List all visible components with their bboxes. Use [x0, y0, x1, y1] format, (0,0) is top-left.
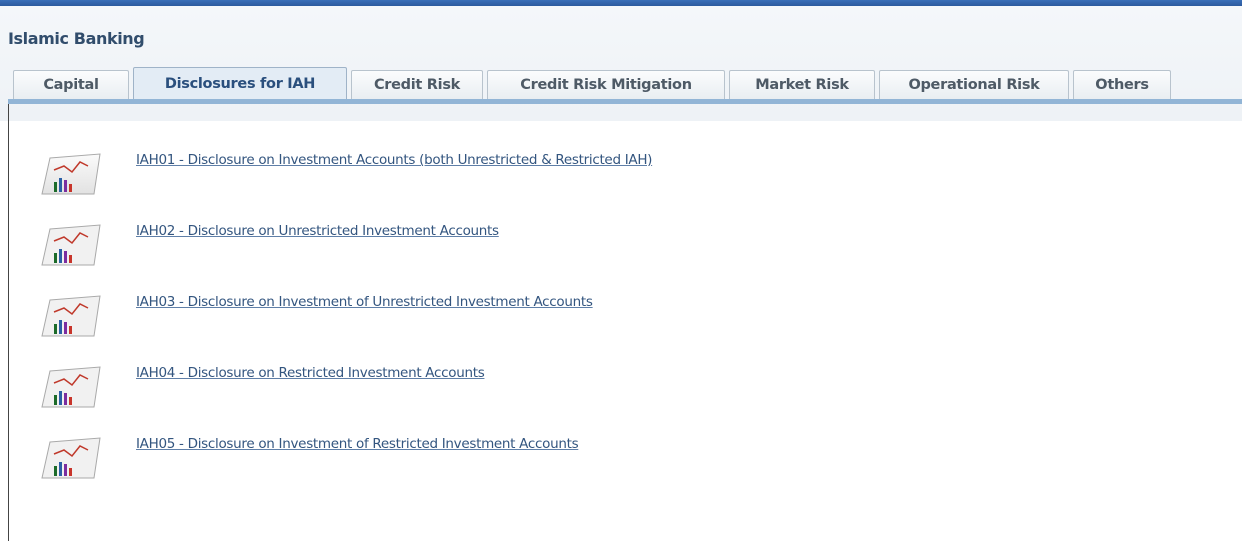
tab-market-risk[interactable]: Market Risk — [729, 70, 875, 99]
tab-label: Credit Risk — [373, 77, 461, 93]
list-item: IAH01 - Disclosure on Investment Account… — [36, 150, 936, 200]
tab-label: Operational Risk — [908, 77, 1040, 93]
list-item: IAH04 - Disclosure on Restricted Investm… — [36, 363, 936, 413]
report-link-iah01[interactable]: IAH01 - Disclosure on Investment Account… — [136, 152, 652, 168]
tab-label: Market Risk — [755, 77, 849, 93]
report-chart-icon — [41, 366, 101, 408]
page-title: Islamic Banking — [8, 29, 145, 48]
tab-label: Credit Risk Mitigation — [520, 77, 692, 93]
tab-credit-risk[interactable]: Credit Risk — [351, 70, 483, 99]
tab-others[interactable]: Others — [1073, 70, 1171, 99]
tab-credit-risk-mitigation[interactable]: Credit Risk Mitigation — [487, 70, 725, 99]
tab-bar: Capital Disclosures for IAH Credit Risk … — [13, 67, 1175, 99]
tab-label: Others — [1095, 77, 1149, 93]
tab-operational-risk[interactable]: Operational Risk — [879, 70, 1069, 99]
tab-capital[interactable]: Capital — [13, 70, 129, 99]
tab-underline-rule — [8, 99, 1242, 104]
report-link-iah03[interactable]: IAH03 - Disclosure on Investment of Unre… — [136, 294, 593, 310]
tab-label: Disclosures for IAH — [164, 75, 316, 92]
tab-disclosures-for-iah[interactable]: Disclosures for IAH — [133, 67, 347, 99]
list-item: IAH02 - Disclosure on Unrestricted Inves… — [36, 221, 936, 271]
list-item: IAH03 - Disclosure on Investment of Unre… — [36, 292, 936, 342]
report-chart-icon — [41, 295, 101, 337]
report-chart-icon — [41, 153, 101, 195]
report-chart-icon — [41, 224, 101, 266]
app-window: Islamic Banking Capital Disclosures for … — [0, 0, 1242, 541]
tab-label: Capital — [43, 77, 99, 93]
content-left-border — [8, 104, 9, 541]
list-item: IAH05 - Disclosure on Investment of Rest… — [36, 434, 936, 484]
report-link-iah04[interactable]: IAH04 - Disclosure on Restricted Investm… — [136, 365, 485, 381]
report-link-iah05[interactable]: IAH05 - Disclosure on Investment of Rest… — [136, 436, 579, 452]
report-link-iah02[interactable]: IAH02 - Disclosure on Unrestricted Inves… — [136, 223, 499, 239]
report-chart-icon — [41, 437, 101, 479]
